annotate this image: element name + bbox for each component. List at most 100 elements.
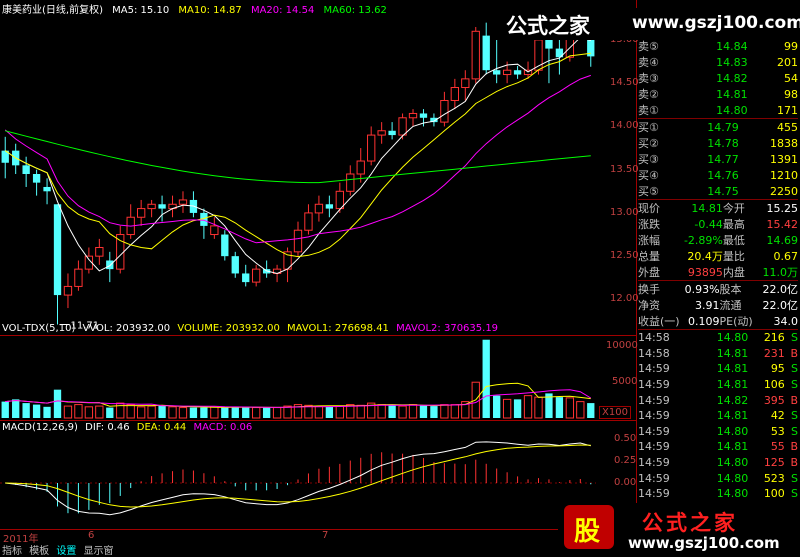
candle-body bbox=[545, 39, 553, 49]
volume-bar bbox=[136, 406, 146, 419]
volume-bar bbox=[356, 404, 365, 419]
macd-panel[interactable]: MACD(12,26,9) DIF: 0.46 DEA: 0.44 MACD: … bbox=[0, 421, 637, 529]
candle-body bbox=[147, 203, 156, 210]
stat-row: 涨幅 -2.89% 最低 14.69 bbox=[638, 232, 798, 248]
stat-value: 22.0亿 bbox=[762, 283, 799, 296]
tick-direction: S bbox=[791, 331, 798, 345]
tick-volume: 395 bbox=[763, 393, 785, 407]
candle-body bbox=[53, 204, 62, 296]
vol-axis-10000: 10000 bbox=[606, 340, 638, 351]
watermark-title: 公式之家 bbox=[506, 14, 590, 38]
volume-bar bbox=[325, 406, 334, 418]
candle-body bbox=[493, 70, 501, 75]
ask-volume: 54 bbox=[784, 71, 798, 85]
stat-label: 外盘 bbox=[638, 266, 660, 279]
volume-panel[interactable]: VOL-TDX(5,10) VVOL: 203932.00 VOLUME: 20… bbox=[0, 322, 638, 421]
tick-row: 14:59 14.80 100 S bbox=[638, 486, 798, 502]
candle-body bbox=[32, 174, 41, 183]
candle-body bbox=[252, 268, 261, 283]
tick-price: 14.81 bbox=[716, 409, 749, 423]
candle-body bbox=[158, 204, 166, 209]
tab-settings[interactable]: 设置 bbox=[56, 546, 76, 557]
ask-label: 卖② bbox=[638, 88, 659, 101]
candle-body bbox=[221, 234, 229, 257]
candle-body bbox=[304, 212, 313, 231]
ask-label: 卖⑤ bbox=[638, 40, 659, 53]
tick-direction: S bbox=[791, 424, 798, 438]
candle-body bbox=[293, 229, 303, 253]
bid-label: 买④ bbox=[638, 169, 659, 182]
volume-bar bbox=[252, 407, 261, 419]
dif-line bbox=[5, 441, 591, 516]
stat-value: 0.93% bbox=[684, 282, 720, 296]
bid-volume: 1210 bbox=[770, 168, 798, 182]
tick-row: 14:59 14.80 125 B bbox=[638, 455, 798, 471]
tab-display-window[interactable]: 显示窗 bbox=[84, 546, 114, 557]
ask-label: 卖③ bbox=[638, 72, 659, 85]
ask-label: 卖④ bbox=[638, 56, 659, 69]
volume-bar bbox=[242, 407, 250, 418]
ask-price: 14.81 bbox=[716, 87, 748, 101]
tick-price: 14.81 bbox=[716, 378, 749, 392]
ask-row: 卖② 14.81 98 bbox=[638, 86, 798, 102]
candle-body bbox=[231, 256, 239, 274]
tick-volume: 216 bbox=[763, 331, 785, 345]
bid-price: 14.77 bbox=[707, 152, 739, 166]
vvol-label: VVOL: 203932.00 bbox=[82, 323, 171, 334]
price-panel[interactable]: 康美药业(日线,前复权) MA5: 15.10 MA10: 14.87 MA20… bbox=[0, 0, 639, 336]
volume-bar bbox=[272, 407, 282, 419]
volume-bar bbox=[440, 404, 449, 419]
tick-price: 14.80 bbox=[716, 456, 749, 470]
tick-row: 14:58 14.81 231 B bbox=[638, 346, 798, 362]
bid-row: 买④ 14.76 1210 bbox=[638, 167, 798, 183]
watermark-logo: 股 bbox=[564, 505, 614, 549]
tab-template[interactable]: 模板 bbox=[29, 546, 49, 557]
volume-bar bbox=[74, 404, 83, 419]
candle-body bbox=[419, 113, 428, 118]
tick-time: 14:59 bbox=[638, 471, 670, 485]
volume-bar bbox=[22, 403, 30, 418]
stats-table: 现价 14.81 今开 15.25 涨跌 -0.44 最高 15.42 涨幅 -2.89% 最低 14… bbox=[638, 199, 798, 280]
tick-direction: B bbox=[790, 346, 798, 360]
macd-axis-000: 0.00 bbox=[614, 477, 637, 488]
date-month-6: 6 bbox=[88, 530, 95, 541]
watermark-bottom-url: www.gszj100.com bbox=[628, 534, 780, 552]
stat-label: 最高 bbox=[722, 218, 745, 231]
volume-header: VOL-TDX(5,10) VVOL: 203932.00 VOLUME: 20… bbox=[2, 323, 498, 334]
tick-direction: S bbox=[791, 409, 798, 423]
bid-price: 14.79 bbox=[707, 120, 739, 134]
bid-volume: 1391 bbox=[770, 152, 798, 166]
mavol1-label: MAVOL1: 276698.41 bbox=[287, 323, 389, 334]
bid-volume: 1838 bbox=[770, 136, 798, 150]
stat-value: 0.109 bbox=[688, 314, 720, 328]
volume-bar bbox=[168, 406, 177, 419]
candlestick-chart[interactable]: 11.71 bbox=[0, 14, 596, 334]
stat-value: 15.25 bbox=[766, 201, 799, 215]
stats2-table: 换手 0.93% 股本 22.0亿 净资 3.91 流通 22.0亿 收益(一) 0.109 PE(… bbox=[638, 280, 798, 329]
tick-price: 14.81 bbox=[716, 346, 749, 360]
volume-bar bbox=[231, 406, 239, 418]
vol-unit: X100 bbox=[599, 406, 631, 419]
tick-row: 14:58 14.80 216 S bbox=[638, 330, 798, 346]
volume-bar bbox=[587, 403, 595, 418]
stat-value: -0.44 bbox=[694, 217, 723, 231]
volume-chart[interactable] bbox=[0, 336, 596, 420]
tab-indicator[interactable]: 指标 bbox=[2, 546, 22, 557]
price-axis-label: 12.50 bbox=[610, 250, 639, 262]
volume-bar bbox=[565, 397, 575, 419]
ask-volume: 98 bbox=[784, 87, 798, 101]
watermark-top: 公式之家 www.gszj100.com bbox=[496, 8, 800, 40]
candle-body bbox=[210, 225, 219, 236]
stat-row: 总量 20.4万 量比 0.67 bbox=[638, 248, 798, 264]
volume-bar bbox=[314, 405, 324, 419]
candle-body bbox=[314, 203, 324, 214]
macd-chart[interactable] bbox=[0, 435, 596, 529]
volume-bar bbox=[43, 406, 51, 418]
bottom-tab-bar: 指标 模板 设置 显示窗 bbox=[0, 542, 140, 557]
bid-label: 买② bbox=[638, 137, 659, 150]
stat-label: PE(动) bbox=[719, 315, 753, 328]
tick-volume: 523 bbox=[763, 471, 785, 485]
volume-bar bbox=[12, 399, 20, 418]
ma60-line bbox=[5, 130, 591, 184]
bid-row: 买⑤ 14.75 2250 bbox=[638, 183, 798, 199]
